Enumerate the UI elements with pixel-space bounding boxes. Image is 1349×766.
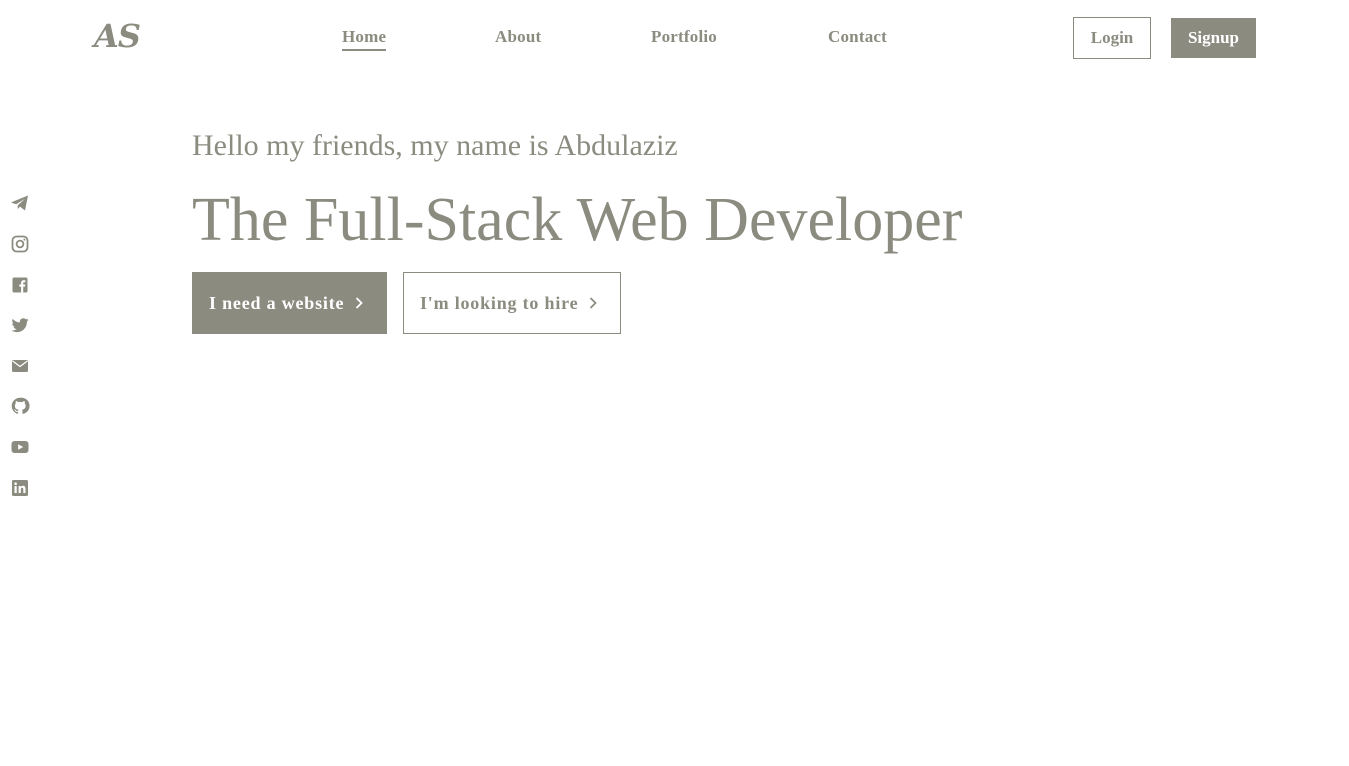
chevron-right-icon <box>353 295 365 311</box>
looking-to-hire-button[interactable]: I'm looking to hire <box>403 272 621 334</box>
looking-to-hire-label: I'm looking to hire <box>420 292 579 313</box>
signup-button[interactable]: Signup <box>1171 18 1256 58</box>
nav-contact[interactable]: Contact <box>828 27 887 47</box>
telegram-icon[interactable] <box>10 193 30 213</box>
nav-home[interactable]: Home <box>342 27 387 51</box>
youtube-icon[interactable] <box>10 437 30 457</box>
email-icon[interactable] <box>10 356 30 376</box>
facebook-icon[interactable] <box>10 275 30 295</box>
need-website-label: I need a website <box>209 292 345 313</box>
nav-about[interactable]: About <box>495 27 541 47</box>
chevron-right-icon <box>587 295 599 311</box>
hero-headline: The Full-Stack Web Developer <box>192 186 963 254</box>
twitter-icon[interactable] <box>10 315 30 335</box>
linkedin-icon[interactable] <box>10 478 30 498</box>
need-website-button[interactable]: I need a website <box>192 272 387 334</box>
instagram-icon[interactable] <box>10 234 30 254</box>
hero-greeting: Hello my friends, my name is Abdulaziz <box>192 129 678 162</box>
login-button[interactable]: Login <box>1073 17 1151 59</box>
nav-portfolio[interactable]: Portfolio <box>651 27 717 47</box>
github-icon[interactable] <box>10 396 30 416</box>
brand-logo[interactable]: AS <box>94 14 141 58</box>
